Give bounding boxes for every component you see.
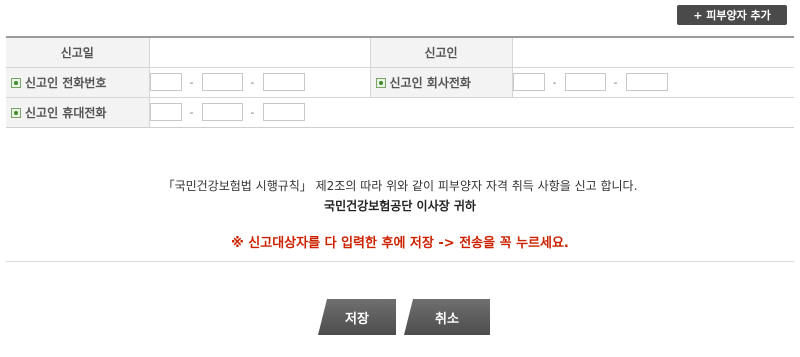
save-warning-text: ※ 신고대상자를 다 입력한 후에 저장 -> 전송을 꼭 누르세요.	[231, 236, 569, 251]
report-date-row: 신고일 신고인	[6, 37, 794, 68]
reporter-office-phone-cell: - -	[512, 67, 795, 98]
reporter-mobile-part3[interactable]	[262, 103, 305, 121]
reporter-phone-label: 신고인 전화번호	[25, 75, 107, 90]
phone-separator: -	[552, 75, 557, 89]
reporter-phone-field: - -	[149, 73, 370, 91]
reporter-office-phone-field: - -	[512, 73, 795, 91]
reporter-label: 신고인	[370, 37, 513, 68]
reporter-mobile-label: 신고인 휴대전화	[25, 105, 107, 120]
phone-separator: -	[613, 75, 618, 89]
cancel-button-label: 취소	[435, 311, 459, 327]
divider	[6, 261, 794, 262]
phone-separator: -	[250, 105, 255, 119]
reporter-phone-label-cell: 신고인 전화번호	[6, 67, 150, 98]
phone-separator: -	[250, 75, 255, 89]
save-button-label: 저장	[345, 311, 369, 327]
report-date-label: 신고일	[6, 37, 150, 68]
required-check-icon	[375, 77, 386, 88]
reporter-phone-cell: - -	[149, 67, 371, 98]
reporter-phone-part1[interactable]	[149, 73, 182, 91]
reporter-office-phone-label: 신고인 회사전화	[389, 75, 471, 90]
reporter-value	[512, 37, 794, 68]
reporter-phone-part3[interactable]	[262, 73, 305, 91]
reporter-mobile-part1[interactable]	[149, 103, 182, 121]
report-date-value	[149, 37, 371, 68]
reporter-office-phone-part2[interactable]	[564, 73, 606, 91]
add-dependent-button[interactable]: + 피부양자 추가	[677, 5, 787, 25]
reporter-mobile-field: - -	[149, 103, 795, 121]
report-form-table: 신고일 신고인 신고인 전화번호 - - 신고인 회사전화 - - 신고인 휴대…	[6, 36, 794, 128]
recipient-text: 국민건강보험공단 이사장 귀하	[324, 199, 476, 213]
save-button[interactable]: 저장	[318, 299, 396, 335]
reporter-mobile-cell: - -	[149, 97, 795, 128]
mobile-row: 신고인 휴대전화 - -	[6, 97, 795, 128]
reporter-office-phone-part1[interactable]	[512, 73, 545, 91]
required-check-icon	[11, 77, 21, 88]
cancel-button[interactable]: 취소	[404, 299, 490, 335]
required-check-icon	[11, 107, 21, 118]
reporter-mobile-label-cell: 신고인 휴대전화	[6, 97, 150, 128]
reporter-mobile-part2[interactable]	[201, 103, 243, 121]
add-dependent-label: + 피부양자 추가	[693, 9, 771, 22]
reporter-phone-part2[interactable]	[201, 73, 243, 91]
reporter-office-phone-label-cell: 신고인 회사전화	[370, 67, 513, 98]
phone-separator: -	[189, 75, 194, 89]
phone-separator: -	[189, 105, 194, 119]
phone-row: 신고인 전화번호 - - 신고인 회사전화 - -	[6, 67, 795, 98]
reporter-office-phone-part3[interactable]	[625, 73, 668, 91]
legal-notice-text: 「국민건강보험법 시행규칙」 제2조의 따라 위와 같이 피부양자 자격 취득 …	[162, 179, 638, 193]
